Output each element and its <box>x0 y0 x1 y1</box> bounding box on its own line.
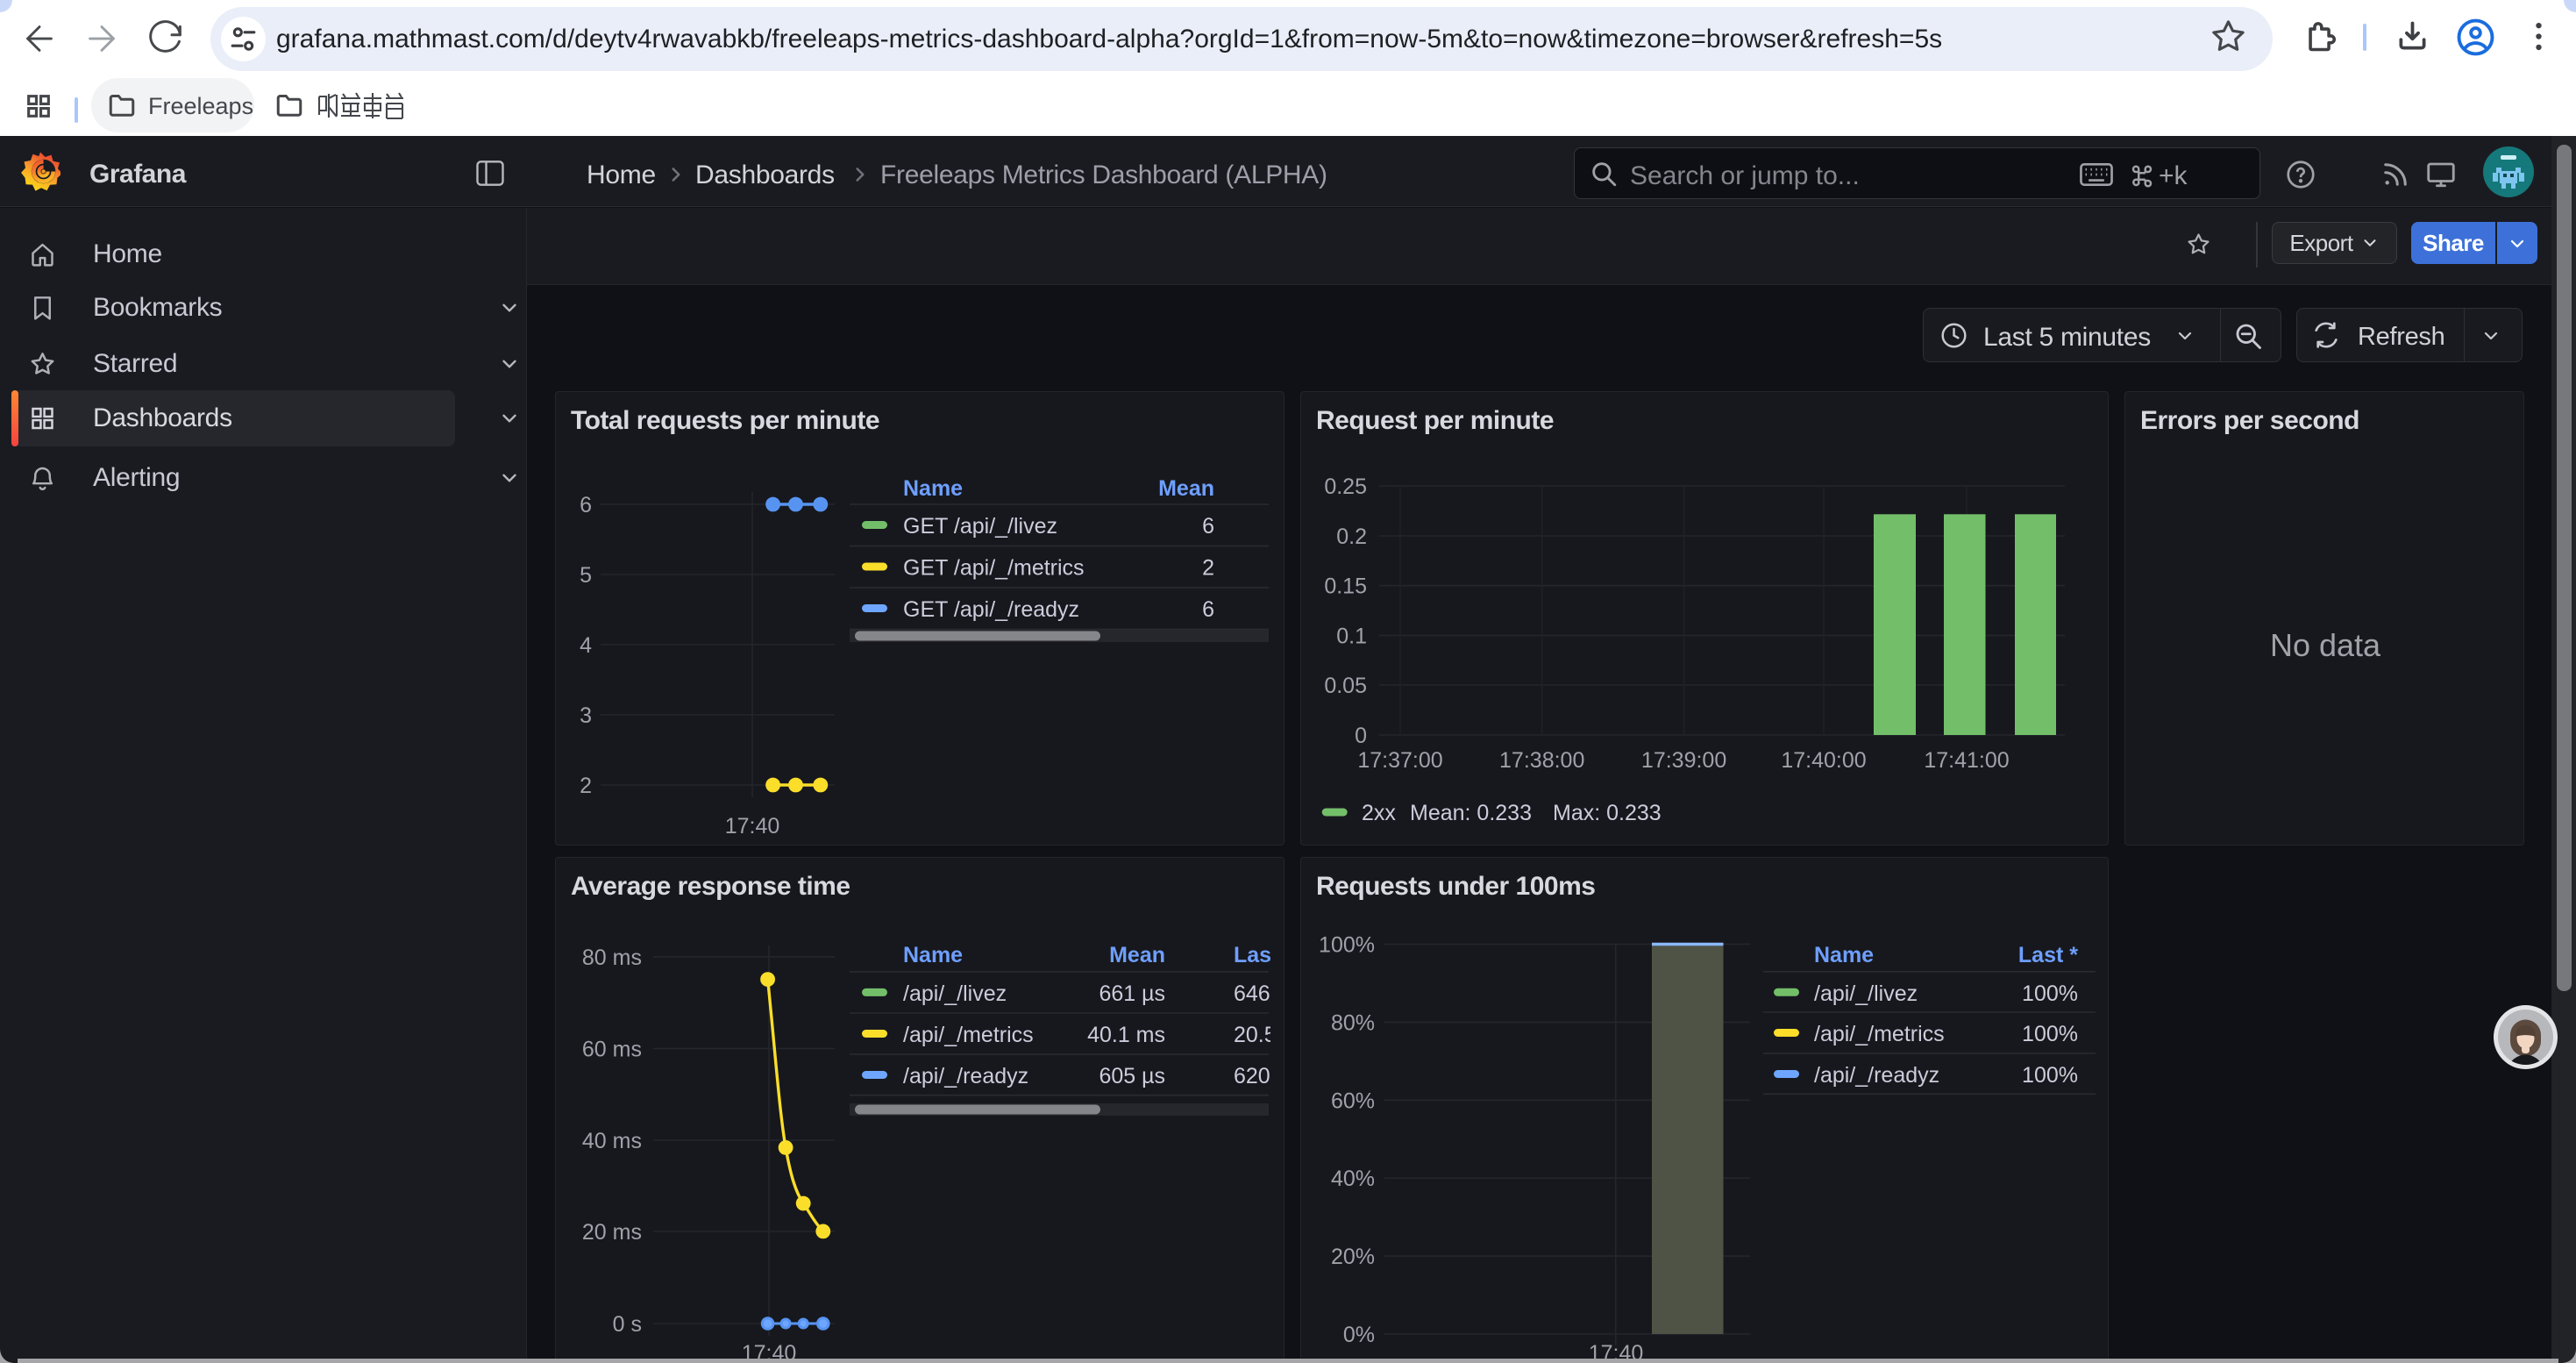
svg-text:6: 6 <box>1202 597 1214 622</box>
svg-text:60 ms: 60 ms <box>582 1038 642 1062</box>
svg-text:Last *: Last * <box>2018 943 2078 967</box>
svg-text:0.15: 0.15 <box>1324 574 1367 599</box>
svg-text:17:38:00: 17:38:00 <box>1499 748 1584 773</box>
svg-text:/api/_/livez: /api/_/livez <box>1814 981 1918 1006</box>
svg-text:60%: 60% <box>1331 1088 1375 1113</box>
svg-text:/api/_/metrics: /api/_/metrics <box>903 1023 1034 1047</box>
svg-text:Mean: Mean <box>1158 476 1214 501</box>
svg-text:Max: 0.233: Max: 0.233 <box>1553 801 1662 825</box>
svg-text:100%: 100% <box>1319 933 1375 958</box>
svg-text:661 µs: 661 µs <box>1099 981 1165 1006</box>
svg-text:605 µs: 605 µs <box>1099 1064 1165 1088</box>
svg-text:/api/_/readyz: /api/_/readyz <box>1814 1063 1939 1088</box>
svg-text:20 ms: 20 ms <box>582 1220 642 1245</box>
svg-text:Mean: Mean <box>1109 943 1165 967</box>
svg-text:GET /api/_/metrics: GET /api/_/metrics <box>903 556 1085 581</box>
svg-text:5: 5 <box>580 563 592 588</box>
svg-text:80 ms: 80 ms <box>582 946 642 970</box>
svg-text:17:41:00: 17:41:00 <box>1924 748 2009 773</box>
svg-text:3: 3 <box>580 703 592 728</box>
svg-text:GET /api/_/livez: GET /api/_/livez <box>903 514 1057 539</box>
svg-text:0.2: 0.2 <box>1336 525 1367 549</box>
svg-text:/api/_/readyz: /api/_/readyz <box>903 1064 1028 1088</box>
svg-text:0.25: 0.25 <box>1324 475 1367 499</box>
svg-text:40%: 40% <box>1331 1167 1375 1191</box>
svg-text:0: 0 <box>1355 724 1367 748</box>
svg-text:6: 6 <box>580 493 592 517</box>
svg-text:17:39:00: 17:39:00 <box>1641 748 1726 773</box>
svg-text:Name: Name <box>903 476 963 501</box>
svg-text:17:37:00: 17:37:00 <box>1357 748 1442 773</box>
svg-text:80%: 80% <box>1331 1010 1375 1035</box>
svg-text:4: 4 <box>580 633 592 658</box>
svg-text:2xx: 2xx <box>1362 801 1396 825</box>
svg-text:0%: 0% <box>1343 1323 1375 1347</box>
svg-text:Mean: 0.233: Mean: 0.233 <box>1410 801 1532 825</box>
svg-text:2: 2 <box>580 774 592 798</box>
svg-text:40 ms: 40 ms <box>582 1129 642 1153</box>
svg-text:100%: 100% <box>2022 981 2078 1006</box>
svg-text:17:40:00: 17:40:00 <box>1781 748 1866 773</box>
svg-text:Name: Name <box>1814 943 1874 967</box>
svg-text:0.05: 0.05 <box>1324 674 1367 698</box>
svg-text:GET /api/_/readyz: GET /api/_/readyz <box>903 597 1079 622</box>
svg-text:17:40: 17:40 <box>725 814 780 838</box>
svg-text:100%: 100% <box>2022 1022 2078 1046</box>
svg-text:0 s: 0 s <box>613 1312 642 1337</box>
svg-text:6: 6 <box>1202 514 1214 539</box>
svg-text:2: 2 <box>1202 556 1214 581</box>
svg-text:/api/_/metrics: /api/_/metrics <box>1814 1022 1945 1046</box>
svg-text:/api/_/livez: /api/_/livez <box>903 981 1007 1006</box>
svg-text:20%: 20% <box>1331 1245 1375 1269</box>
svg-text:40.1 ms: 40.1 ms <box>1087 1023 1165 1047</box>
svg-text:0.1: 0.1 <box>1336 624 1367 649</box>
svg-text:Name: Name <box>903 943 963 967</box>
svg-text:100%: 100% <box>2022 1063 2078 1088</box>
